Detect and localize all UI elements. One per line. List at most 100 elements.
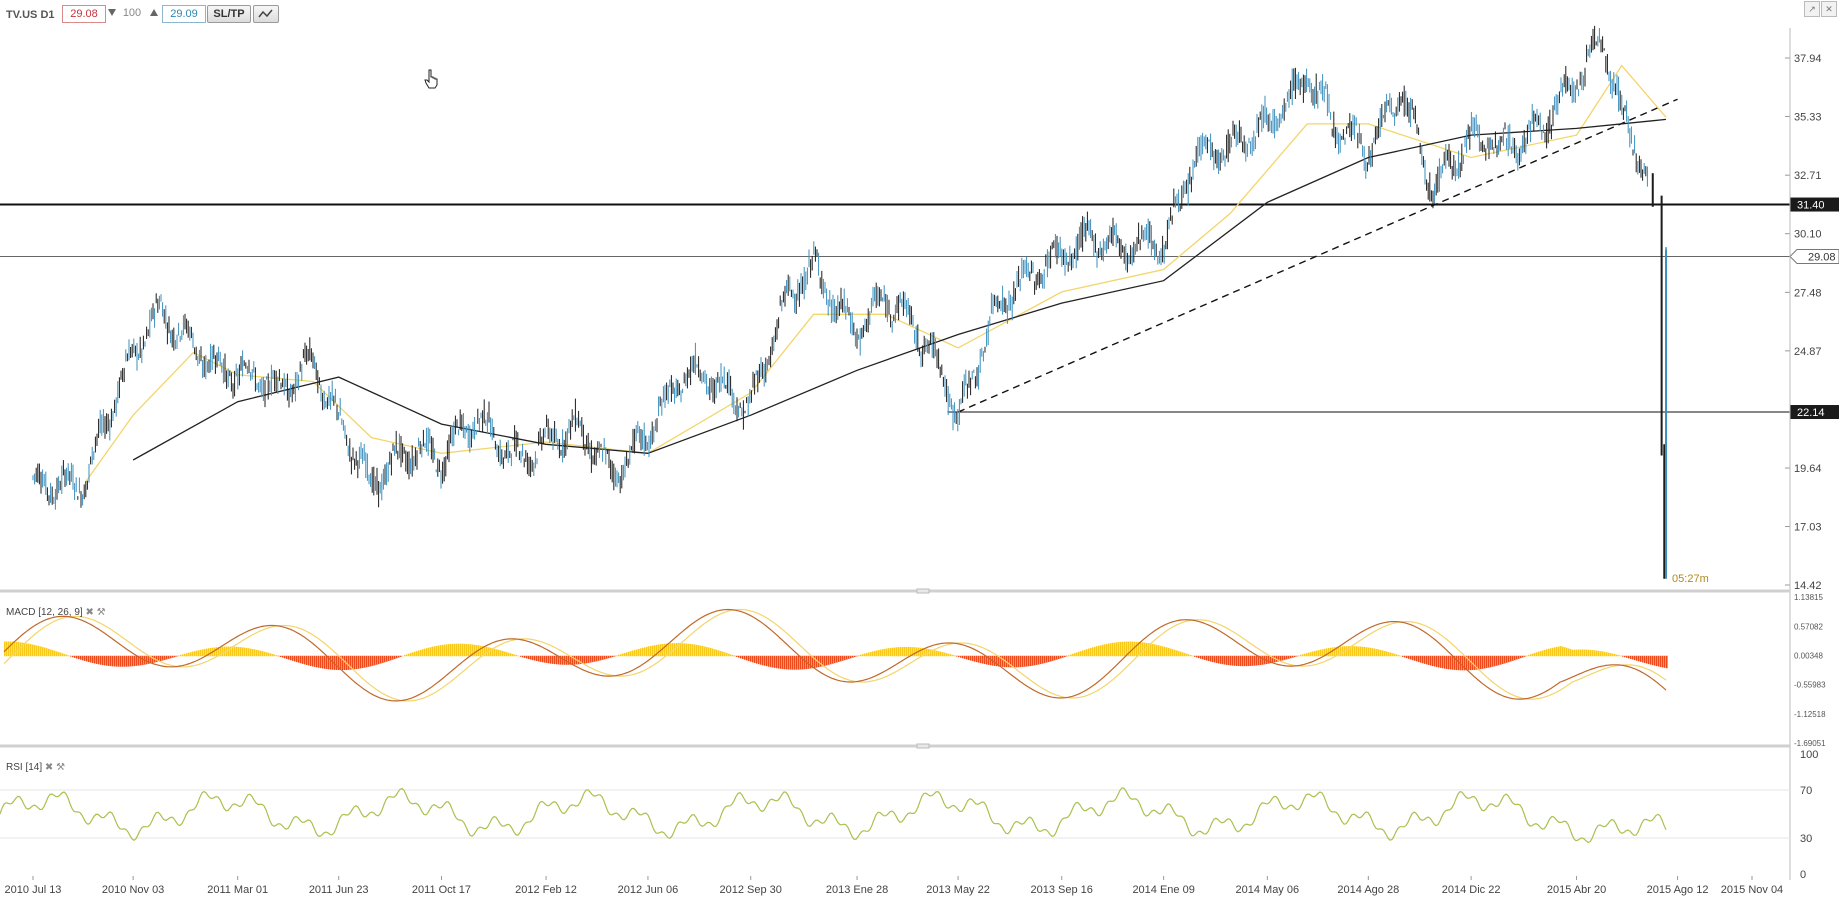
macd-bar (1414, 655, 1416, 661)
macd-bar (418, 650, 420, 657)
macd-bar (1518, 655, 1520, 659)
macd-bar (862, 654, 864, 657)
price-tick-label: 24.87 (1794, 346, 1822, 358)
macd-bar (1048, 655, 1050, 663)
rsi-remove-icon[interactable]: ✖ (45, 762, 53, 773)
macd-bar (1596, 650, 1598, 657)
rsi-settings-icon[interactable]: ⚒ (56, 762, 65, 773)
macd-bar (614, 655, 616, 657)
macd-bar (808, 655, 810, 669)
macd-bar (514, 654, 516, 657)
macd-bar (1452, 655, 1454, 670)
macd-bar (892, 647, 894, 657)
macd-bar (730, 654, 732, 657)
macd-bar (946, 653, 948, 657)
macd-bar (1660, 655, 1662, 668)
macd-bar (440, 645, 442, 657)
macd-bar (860, 654, 862, 657)
macd-bar (528, 655, 530, 660)
macd-bar (358, 655, 360, 669)
macd-bar (1492, 655, 1494, 667)
macd-bar (390, 655, 392, 661)
macd-bar (948, 653, 950, 657)
macd-bar (1332, 647, 1334, 657)
macd-bar (444, 644, 446, 657)
macd-bar (526, 655, 528, 659)
macd-remove-icon[interactable]: ✖ (85, 607, 93, 618)
macd-bar (1022, 655, 1024, 667)
macd-bar (70, 655, 72, 657)
macd-bar (710, 648, 712, 657)
macd-bar (1630, 655, 1632, 659)
macd-bar (1180, 651, 1182, 657)
macd-bar (180, 654, 182, 657)
macd-bar (232, 646, 234, 657)
time-tick-label: 2013 May 22 (926, 884, 990, 896)
macd-bar (1304, 653, 1306, 657)
macd-bar (542, 655, 544, 663)
macd-bar (1650, 655, 1652, 665)
macd-bar (466, 643, 468, 657)
macd-bar (1662, 655, 1664, 668)
macd-bar (52, 650, 54, 657)
macd-bar (1658, 655, 1660, 667)
macd-bar (1076, 652, 1078, 657)
macd-bar (696, 644, 698, 657)
macd-bar (624, 652, 626, 657)
macd-bar (1566, 647, 1568, 657)
macd-bar (414, 651, 416, 657)
panel-resize-handle[interactable] (916, 743, 930, 749)
macd-bar (58, 652, 60, 657)
macd-bar (1240, 655, 1242, 667)
macd-bar (1078, 651, 1080, 657)
macd-bar (1014, 655, 1016, 668)
macd-bar (84, 655, 86, 661)
macd-bar (1392, 653, 1394, 657)
macd-bar (1436, 655, 1438, 668)
macd-bar (740, 655, 742, 659)
macd-bar (956, 655, 958, 657)
macd-bar (176, 655, 178, 657)
macd-bar (1390, 652, 1392, 657)
macd-bar (1474, 655, 1476, 670)
macd-bar (420, 649, 422, 657)
macd-tick-label: 1.13815 (1794, 593, 1823, 602)
macd-settings-icon[interactable]: ⚒ (97, 607, 106, 618)
macd-bar (1046, 655, 1048, 663)
macd-bar (1234, 655, 1236, 666)
macd-tick-label: -1.69051 (1794, 739, 1826, 748)
level-label: 31.40 (1797, 200, 1825, 212)
macd-bar (1448, 655, 1450, 670)
macd-bar (746, 655, 748, 661)
macd-bar (768, 655, 770, 667)
macd-bar (398, 655, 400, 658)
macd-bar (1060, 655, 1062, 659)
panel-resize-handle[interactable] (916, 588, 930, 594)
moving-average-line (84, 64, 1667, 483)
macd-bar (272, 654, 274, 657)
macd-bar (400, 655, 402, 657)
level-label: 22.14 (1797, 407, 1825, 419)
macd-bar (1168, 647, 1170, 657)
macd-bar (1444, 655, 1446, 669)
macd-tick-label: 0.57082 (1794, 622, 1823, 631)
macd-bar (942, 652, 944, 657)
macd-bar (1176, 650, 1178, 657)
macd-bar (854, 655, 856, 658)
macd-bar (1164, 646, 1166, 657)
current-price-label: 29.08 (1808, 252, 1836, 264)
macd-bar (460, 643, 462, 657)
macd-bar (1504, 655, 1506, 664)
macd-bar (310, 655, 312, 667)
macd-bar (1312, 651, 1314, 657)
macd-bar (354, 655, 356, 670)
macd-tick-label: -0.55983 (1794, 681, 1826, 690)
macd-bar (1416, 655, 1418, 662)
macd-bar (556, 655, 558, 665)
macd-bar (1034, 655, 1036, 666)
macd-bar (1206, 655, 1208, 661)
macd-bar (610, 655, 612, 658)
macd-bar (130, 655, 132, 667)
macd-bar (1628, 655, 1630, 659)
macd-bar (612, 655, 614, 658)
